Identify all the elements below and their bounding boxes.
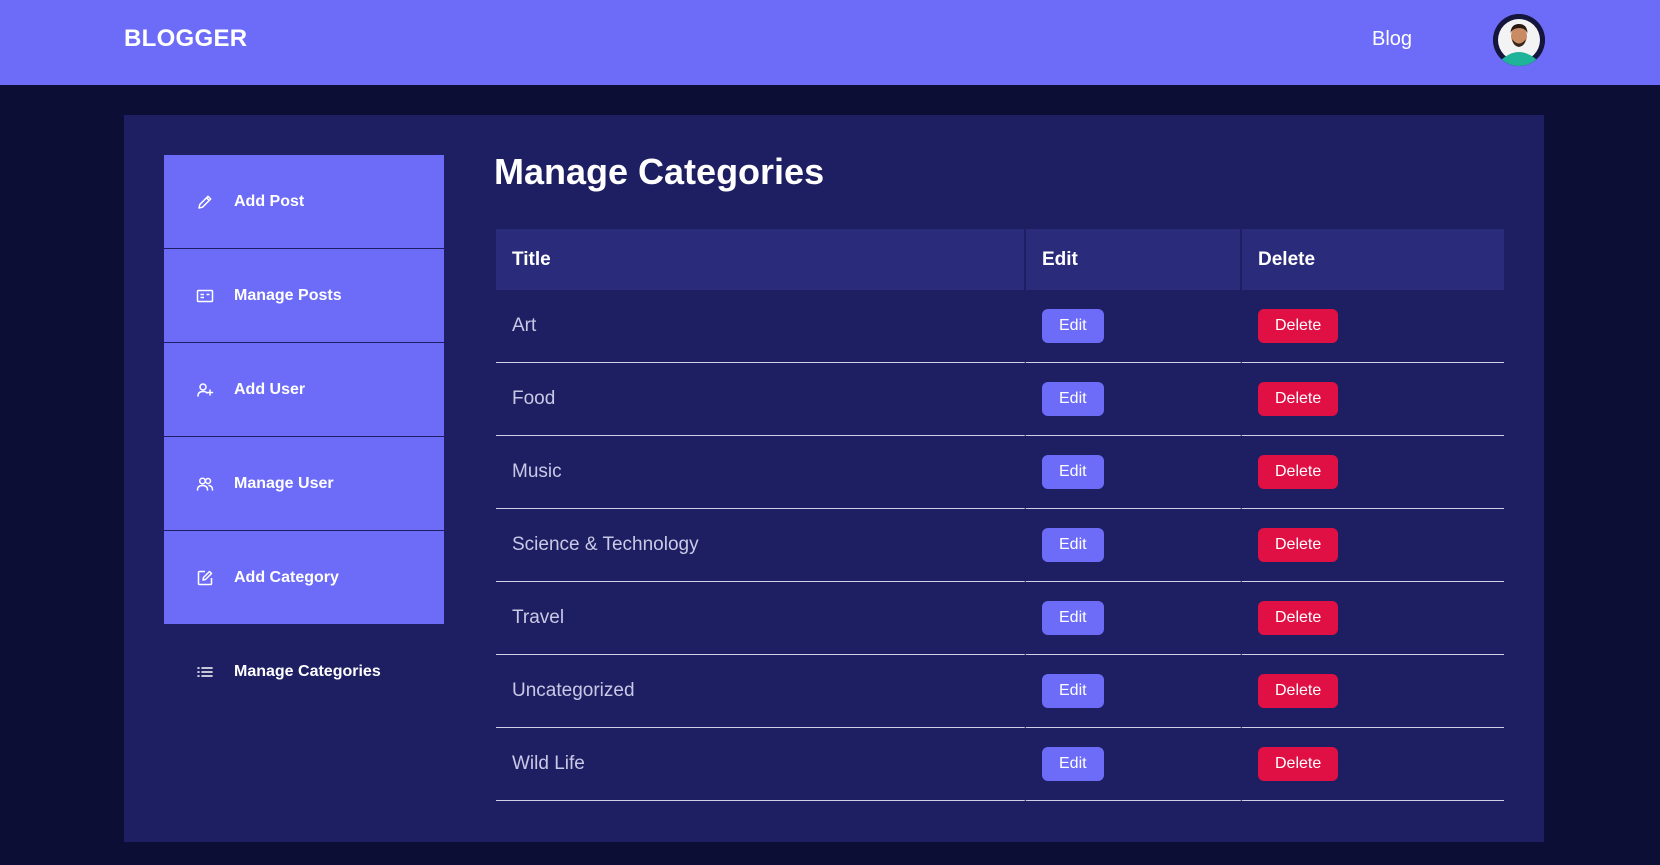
nav-blog-link[interactable]: Blog — [1372, 28, 1412, 51]
sidebar-item-label: Add Category — [234, 568, 339, 586]
table-row: Food Edit Delete — [496, 363, 1504, 436]
list-icon — [196, 663, 214, 681]
delete-button[interactable]: Delete — [1258, 747, 1339, 781]
top-navbar: BLOGGER Blog — [0, 0, 1660, 85]
category-title: Food — [496, 363, 1026, 436]
delete-button[interactable]: Delete — [1258, 528, 1339, 562]
delete-button[interactable]: Delete — [1258, 309, 1339, 343]
category-title: Travel — [496, 582, 1026, 655]
edit-button[interactable]: Edit — [1042, 747, 1104, 781]
page-title: Manage Categories — [494, 151, 825, 192]
posts-card-icon — [196, 287, 214, 305]
pencil-icon — [196, 193, 214, 211]
edit-button[interactable]: Edit — [1042, 674, 1104, 708]
column-header-edit: Edit — [1026, 229, 1242, 290]
edit-button[interactable]: Edit — [1042, 601, 1104, 635]
delete-button[interactable]: Delete — [1258, 455, 1339, 489]
category-title: Music — [496, 436, 1026, 509]
edit-button[interactable]: Edit — [1042, 382, 1104, 416]
categories-table: Title Edit Delete Art Edit Delete Food E… — [496, 229, 1504, 801]
users-icon — [196, 475, 214, 493]
delete-button[interactable]: Delete — [1258, 601, 1339, 635]
column-header-delete: Delete — [1242, 229, 1504, 290]
edit-button[interactable]: Edit — [1042, 309, 1104, 343]
sidebar-item-manage-categories[interactable]: Manage Categories — [164, 625, 444, 719]
edit-square-icon — [196, 569, 214, 587]
sidebar-item-label: Manage Posts — [234, 286, 342, 304]
sidebar-item-label: Add Post — [234, 192, 305, 210]
table-row: Travel Edit Delete — [496, 582, 1504, 655]
delete-button[interactable]: Delete — [1258, 382, 1339, 416]
table-row: Science & Technology Edit Delete — [496, 509, 1504, 582]
user-add-icon — [196, 381, 214, 399]
sidebar: Add Post Manage Posts Add User Manage Us… — [164, 155, 444, 719]
table-header-row: Title Edit Delete — [496, 229, 1504, 290]
table-row: Music Edit Delete — [496, 436, 1504, 509]
main-content: Manage Categories Title Edit Delete Art … — [494, 151, 1504, 801]
dashboard-panel: Add Post Manage Posts Add User Manage Us… — [124, 115, 1544, 842]
sidebar-item-label: Manage Categories — [234, 662, 381, 680]
category-title: Science & Technology — [496, 509, 1026, 582]
table-row: Uncategorized Edit Delete — [496, 655, 1504, 728]
delete-button[interactable]: Delete — [1258, 674, 1339, 708]
table-row: Art Edit Delete — [496, 290, 1504, 363]
table-row: Wild Life Edit Delete — [496, 728, 1504, 801]
sidebar-item-label: Manage User — [234, 474, 334, 492]
sidebar-item-label: Add User — [234, 380, 306, 398]
edit-button[interactable]: Edit — [1042, 528, 1104, 562]
sidebar-item-add-user[interactable]: Add User — [164, 343, 444, 437]
avatar[interactable] — [1493, 14, 1545, 66]
column-header-title: Title — [496, 229, 1026, 290]
brand-logo[interactable]: BLOGGER — [124, 25, 247, 53]
sidebar-item-manage-posts[interactable]: Manage Posts — [164, 249, 444, 343]
category-title: Art — [496, 290, 1026, 363]
category-title: Wild Life — [496, 728, 1026, 801]
category-title: Uncategorized — [496, 655, 1026, 728]
sidebar-item-manage-user[interactable]: Manage User — [164, 437, 444, 531]
sidebar-item-add-post[interactable]: Add Post — [164, 155, 444, 249]
sidebar-item-add-category[interactable]: Add Category — [164, 531, 444, 625]
edit-button[interactable]: Edit — [1042, 455, 1104, 489]
